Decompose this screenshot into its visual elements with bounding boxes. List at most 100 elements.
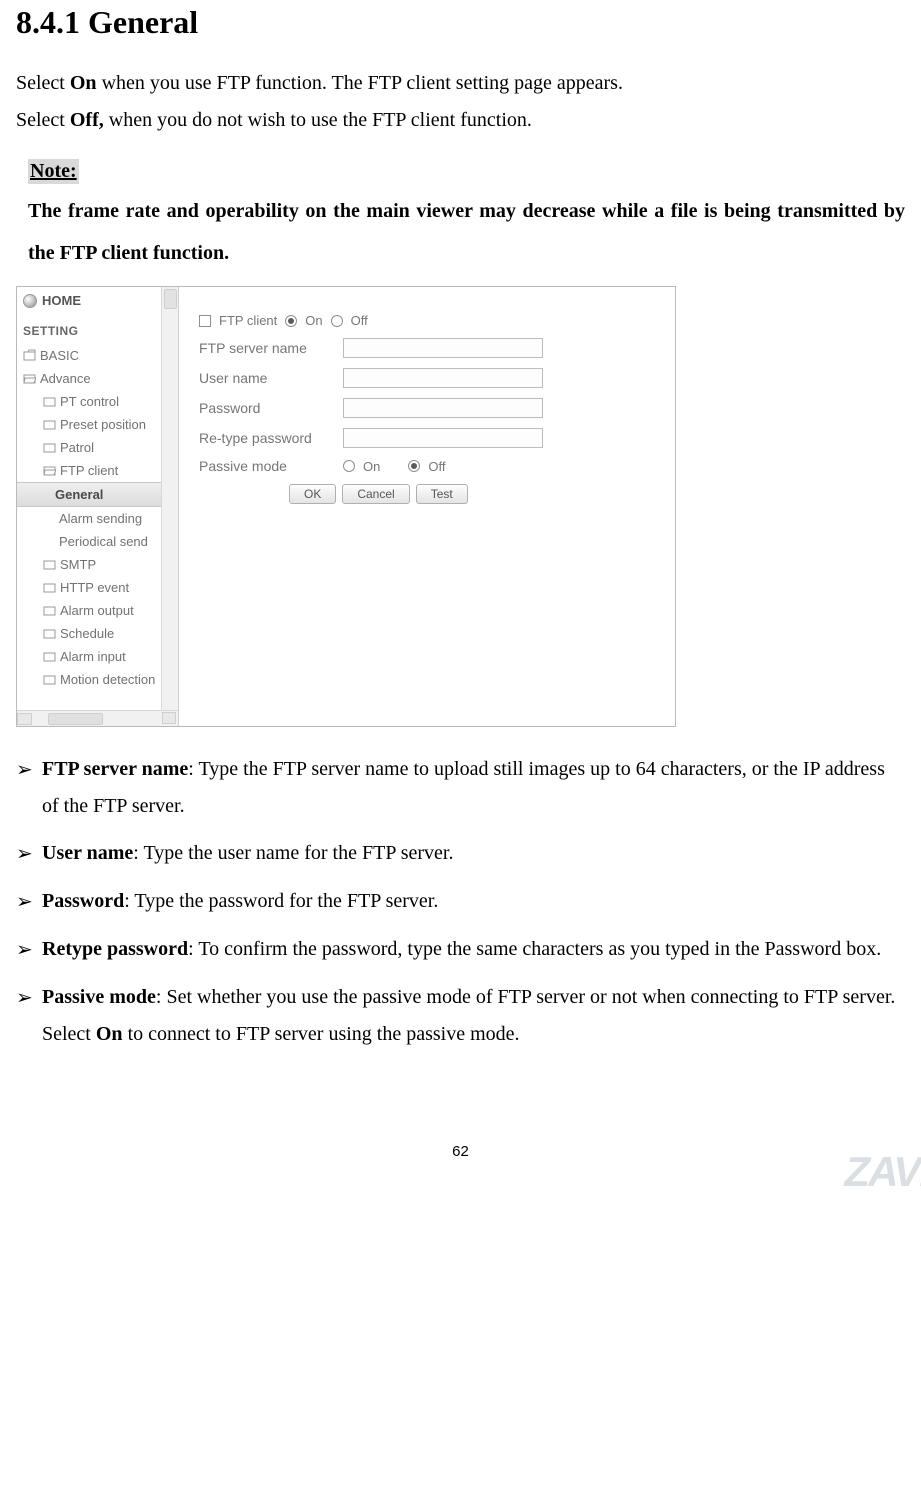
- folder-closed-icon: [23, 349, 36, 362]
- bullet-user-name: ➢ User name: Type the user name for the …: [16, 835, 905, 873]
- folder-closed-icon: [43, 650, 56, 663]
- label: HTTP event: [60, 580, 129, 595]
- sidebar-item-smtp[interactable]: SMTP: [21, 553, 178, 576]
- label: Alarm input: [60, 649, 126, 664]
- folder-open-icon: [43, 464, 56, 477]
- cancel-button[interactable]: Cancel: [342, 484, 409, 504]
- test-button[interactable]: Test: [416, 484, 468, 504]
- user-name-input[interactable]: [343, 368, 543, 388]
- bullet-label: User name: [42, 842, 133, 864]
- retype-password-input[interactable]: [343, 428, 543, 448]
- label: Patrol: [60, 440, 94, 455]
- ok-button[interactable]: OK: [289, 484, 336, 504]
- bullet-passive-mode: ➢ Passive mode: Set whether you use the …: [16, 979, 905, 1053]
- bullet-label: Passive mode: [42, 986, 156, 1008]
- scroll-left-icon[interactable]: [17, 713, 32, 725]
- off-label: Off: [351, 313, 368, 328]
- ftp-client-label: FTP client: [219, 313, 277, 328]
- passive-mode-label: Passive mode: [199, 458, 335, 474]
- label: BASIC: [40, 348, 79, 363]
- folder-closed-icon: [43, 627, 56, 640]
- note-label: Note:: [28, 159, 79, 184]
- bullet-text: : To confirm the password, type the same…: [188, 938, 881, 960]
- bullet-label: Password: [42, 890, 124, 912]
- folder-closed-icon: [43, 673, 56, 686]
- radio-on[interactable]: [285, 315, 297, 327]
- sidebar-item-http-event[interactable]: HTTP event: [21, 576, 178, 599]
- bold-on: On: [96, 1023, 123, 1045]
- sidebar-item-motion-detection[interactable]: Motion detection: [21, 668, 178, 691]
- folder-closed-icon: [43, 395, 56, 408]
- hscroll-thumb[interactable]: [48, 713, 103, 725]
- label: FTP client: [60, 463, 118, 478]
- label: Preset position: [60, 417, 146, 432]
- intro-line-2: Select Off, when you do not wish to use …: [16, 102, 905, 139]
- radio-off[interactable]: [331, 315, 343, 327]
- embedded-screenshot: HOME SETTING BASIC Advance PT control: [16, 286, 676, 727]
- globe-icon: [23, 294, 37, 308]
- sidebar-item-alarm-output[interactable]: Alarm output: [21, 599, 178, 622]
- on-label: On: [305, 313, 322, 328]
- ftp-server-name-label: FTP server name: [199, 340, 335, 356]
- intro-line-1: Select On when you use FTP function. The…: [16, 65, 905, 102]
- bullet-label: Retype password: [42, 938, 188, 960]
- folder-closed-icon: [43, 441, 56, 454]
- sidebar: HOME SETTING BASIC Advance PT control: [17, 287, 179, 726]
- vertical-scrollbar[interactable]: [161, 287, 178, 726]
- bullet-list: ➢ FTP server name: Type the FTP server n…: [16, 751, 905, 1053]
- sidebar-tree: BASIC Advance PT control Preset position…: [17, 344, 178, 691]
- triangle-bullet-icon: ➢: [16, 835, 42, 873]
- ftp-client-toggle-row: FTP client On Off: [199, 313, 665, 328]
- sidebar-item-advance[interactable]: Advance: [21, 367, 178, 390]
- scroll-right-icon[interactable]: [162, 712, 176, 724]
- user-name-label: User name: [199, 370, 335, 386]
- bullet-text: : Type the password for the FTP server.: [124, 890, 438, 912]
- sidebar-home[interactable]: HOME: [17, 289, 178, 316]
- folder-closed-icon: [43, 581, 56, 594]
- sidebar-item-periodical-send[interactable]: Periodical send: [21, 530, 178, 553]
- bullet-label: FTP server name: [42, 758, 188, 780]
- label: Alarm sending: [59, 511, 142, 526]
- bold-off: Off,: [70, 109, 104, 131]
- text: Select: [16, 109, 70, 131]
- sidebar-item-preset-position[interactable]: Preset position: [21, 413, 178, 436]
- horizontal-scrollbar[interactable]: [17, 710, 178, 726]
- sidebar-item-schedule[interactable]: Schedule: [21, 622, 178, 645]
- bullet-text: to connect to FTP server using the passi…: [123, 1023, 520, 1045]
- triangle-bullet-icon: ➢: [16, 751, 42, 789]
- bullet-text: : Type the user name for the FTP server.: [133, 842, 453, 864]
- label: General: [55, 487, 103, 502]
- note-text: The frame rate and operability on the ma…: [28, 190, 905, 274]
- password-input[interactable]: [343, 398, 543, 418]
- sidebar-item-alarm-input[interactable]: Alarm input: [21, 645, 178, 668]
- sidebar-item-pt-control[interactable]: PT control: [21, 390, 178, 413]
- home-label: HOME: [42, 293, 81, 308]
- triangle-bullet-icon: ➢: [16, 931, 42, 969]
- scroll-thumb[interactable]: [164, 289, 177, 309]
- bullet-password: ➢ Password: Type the password for the FT…: [16, 883, 905, 921]
- bold-on: On: [70, 72, 97, 94]
- section-heading: 8.4.1 General: [16, 4, 905, 41]
- label: Alarm output: [60, 603, 134, 618]
- passive-on-radio[interactable]: [343, 460, 355, 472]
- sidebar-item-alarm-sending[interactable]: Alarm sending: [21, 507, 178, 530]
- triangle-bullet-icon: ➢: [16, 979, 42, 1017]
- note-block: Note: The frame rate and operability on …: [28, 159, 905, 274]
- bullet-ftp-server-name: ➢ FTP server name: Type the FTP server n…: [16, 751, 905, 825]
- form-area: FTP client On Off FTP server name User n…: [179, 287, 675, 726]
- page-number: 62: [16, 1143, 905, 1160]
- passive-off-radio[interactable]: [408, 460, 420, 472]
- sidebar-item-patrol[interactable]: Patrol: [21, 436, 178, 459]
- folder-closed-icon: [43, 604, 56, 617]
- text: when you use FTP function. The FTP clien…: [97, 72, 623, 94]
- sidebar-item-ftp-client[interactable]: FTP client: [21, 459, 178, 482]
- checkbox-icon[interactable]: [199, 315, 211, 327]
- on-label: On: [363, 459, 380, 474]
- sidebar-item-basic[interactable]: BASIC: [21, 344, 178, 367]
- folder-open-icon: [23, 372, 36, 385]
- sidebar-item-general[interactable]: General: [17, 482, 178, 507]
- bullet-retype-password: ➢ Retype password: To confirm the passwo…: [16, 931, 905, 969]
- folder-closed-icon: [43, 418, 56, 431]
- label: Motion detection: [60, 672, 155, 687]
- ftp-server-name-input[interactable]: [343, 338, 543, 358]
